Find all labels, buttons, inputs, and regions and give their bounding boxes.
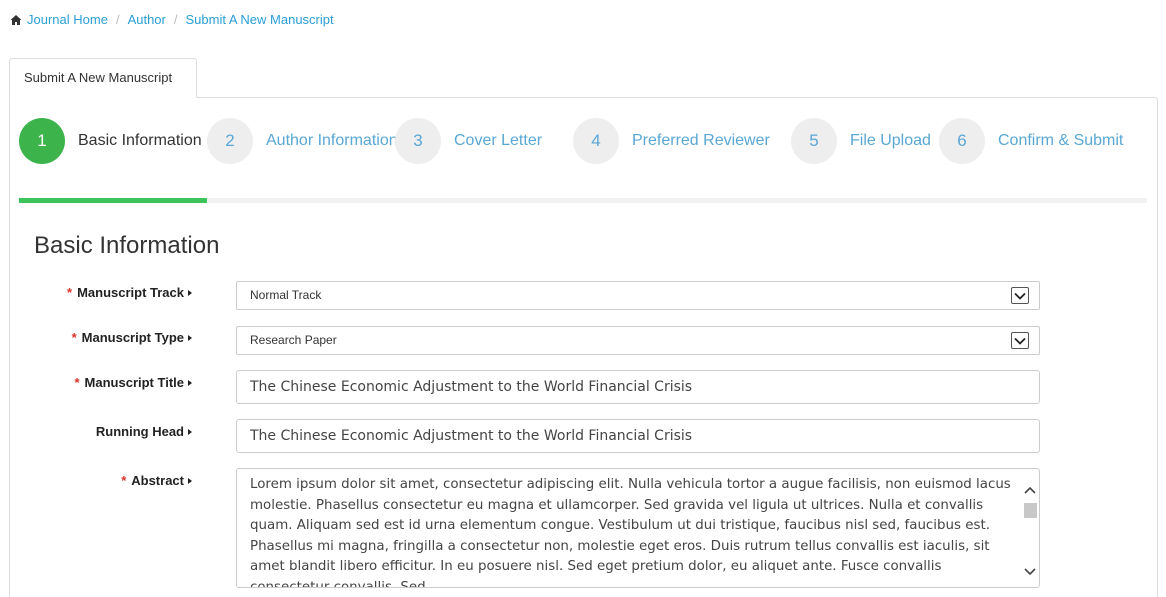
running-head-input[interactable]: The Chinese Economic Adjustment to the W… bbox=[236, 419, 1040, 453]
step-label: Cover Letter bbox=[454, 132, 543, 149]
step-number: 1 bbox=[19, 118, 65, 164]
caret-right-icon bbox=[188, 334, 192, 341]
running-head-label-text: Running Head bbox=[95, 424, 184, 439]
abstract-textarea[interactable]: Lorem ipsum dolor sit amet, consectetur … bbox=[236, 468, 1040, 588]
abstract-label: * Abstract bbox=[121, 473, 192, 488]
wizard-progress-bar bbox=[19, 198, 1147, 203]
wizard-step-confirm-submit[interactable]: 6 Confirm & Submit bbox=[939, 118, 1123, 164]
manuscript-type-label: * Manuscript Type bbox=[72, 330, 192, 345]
wizard-step-preferred-reviewer[interactable]: 4 Preferred Reviewer bbox=[573, 118, 770, 164]
manuscript-type-select[interactable]: Research Paper bbox=[236, 326, 1040, 355]
step-number: 2 bbox=[207, 118, 253, 164]
wizard-step-basic-information[interactable]: 1 Basic Information bbox=[19, 118, 202, 164]
chevron-down-icon[interactable] bbox=[1011, 332, 1029, 349]
manuscript-track-value: Normal Track bbox=[250, 288, 322, 302]
manuscript-title-label: * Manuscript Title bbox=[74, 375, 192, 390]
breadcrumb-author[interactable]: Author bbox=[128, 12, 166, 27]
running-head-label: Running Head bbox=[96, 424, 192, 439]
step-number: 6 bbox=[939, 118, 985, 164]
wizard-progress-fill bbox=[19, 198, 208, 203]
step-label: Author Information bbox=[266, 132, 398, 149]
required-marker: * bbox=[71, 330, 77, 345]
abstract-scrollbar[interactable] bbox=[1021, 478, 1038, 578]
wizard-step-cover-letter[interactable]: 3 Cover Letter bbox=[395, 118, 542, 164]
step-number: 5 bbox=[791, 118, 837, 164]
chevron-down-icon[interactable] bbox=[1011, 287, 1029, 304]
breadcrumb-separator: / bbox=[115, 12, 120, 27]
required-marker: * bbox=[74, 375, 80, 390]
step-number: 4 bbox=[573, 118, 619, 164]
step-label: Preferred Reviewer bbox=[632, 132, 770, 149]
caret-right-icon bbox=[188, 477, 192, 484]
caret-right-icon bbox=[188, 379, 192, 386]
step-label: Basic Information bbox=[78, 132, 202, 149]
wizard-step-author-information[interactable]: 2 Author Information bbox=[207, 118, 398, 164]
manuscript-title-label-text: Manuscript Title bbox=[84, 375, 184, 390]
scrollbar-thumb[interactable] bbox=[1024, 503, 1037, 518]
caret-right-icon bbox=[188, 289, 192, 296]
manuscript-title-input[interactable]: The Chinese Economic Adjustment to the W… bbox=[236, 370, 1040, 404]
caret-right-icon bbox=[188, 428, 192, 435]
manuscript-type-label-text: Manuscript Type bbox=[81, 330, 184, 345]
manuscript-track-label-text: Manuscript Track bbox=[77, 285, 184, 300]
abstract-label-text: Abstract bbox=[131, 473, 184, 488]
scroll-down-icon[interactable] bbox=[1023, 567, 1037, 577]
tab-submit-manuscript[interactable]: Submit A New Manuscript bbox=[9, 58, 197, 98]
breadcrumb-submit-manuscript[interactable]: Submit A New Manuscript bbox=[186, 12, 334, 27]
step-label: Confirm & Submit bbox=[998, 132, 1124, 149]
manuscript-track-label: * Manuscript Track bbox=[67, 285, 192, 300]
breadcrumb: Journal Home / Author / Submit A New Man… bbox=[10, 12, 334, 27]
breadcrumb-journal-home[interactable]: Journal Home bbox=[27, 12, 108, 27]
step-number: 3 bbox=[395, 118, 441, 164]
step-label: File Upload bbox=[850, 132, 931, 149]
section-title: Basic Information bbox=[34, 232, 220, 259]
scroll-up-icon[interactable] bbox=[1023, 485, 1037, 495]
manuscript-type-value: Research Paper bbox=[250, 333, 337, 347]
required-marker: * bbox=[67, 285, 73, 300]
breadcrumb-separator: / bbox=[173, 12, 178, 27]
manuscript-track-select[interactable]: Normal Track bbox=[236, 281, 1040, 310]
wizard-step-file-upload[interactable]: 5 File Upload bbox=[791, 118, 931, 164]
home-icon[interactable] bbox=[10, 14, 22, 26]
required-marker: * bbox=[121, 473, 127, 488]
